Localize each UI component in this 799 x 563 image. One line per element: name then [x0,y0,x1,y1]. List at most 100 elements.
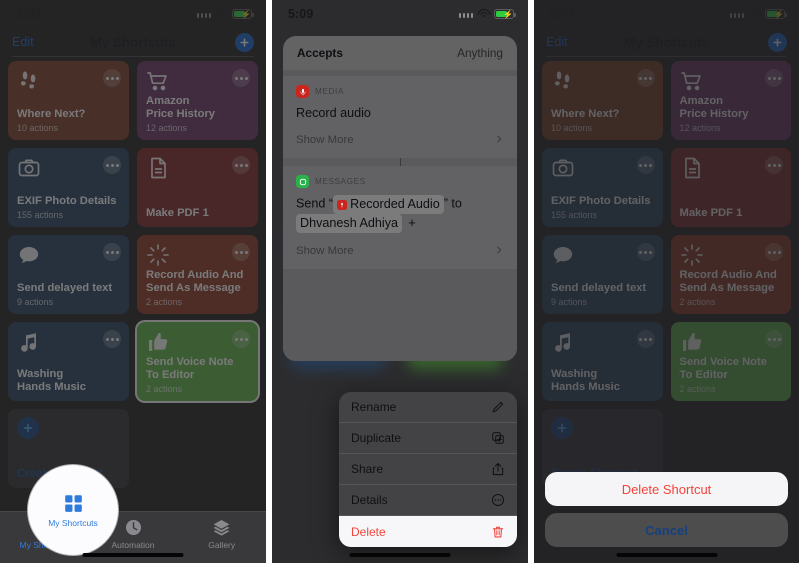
action-title-prefix: Send “ [296,196,334,211]
shortcut-card-send-delayed-text[interactable]: Send delayed text 9 actions [542,235,663,314]
shortcut-card-amazon-price-history[interactable]: Amazon Price History 12 actions [137,61,258,140]
accepts-value: Anything [457,46,503,60]
card-more-button[interactable] [103,330,121,348]
shortcut-card-where-next[interactable]: Where Next? 10 actions [542,61,663,140]
card-more-button[interactable] [636,156,655,174]
card-more-button[interactable] [232,69,250,87]
delete-action-sheet: Delete Shortcut Cancel [545,472,788,547]
shortcut-title-line1: Washing [17,368,64,380]
preview-sheet-filler [283,269,517,361]
shortcut-title-line2: To Editor [679,369,728,381]
action-block-media[interactable]: MEDIA Record audio Show More [283,76,517,158]
context-menu-item-duplicate[interactable]: Duplicate [339,423,517,454]
three-panel-tutorial-screenshot: 5:09 ⚡ Edit My Shortcuts Where Next? 10 … [0,0,799,563]
message-bubble-icon [551,243,575,267]
card-more-button[interactable] [636,243,655,261]
chevron-right-icon [494,244,504,258]
accepts-label: Accepts [297,46,343,60]
recipient-chip[interactable]: Dhvanesh Adhiya [296,214,403,233]
card-more-button[interactable] [765,156,783,174]
status-time: 5:09 [288,6,314,21]
card-more-button[interactable] [103,69,121,87]
add-shortcut-button[interactable] [235,32,254,52]
card-more-button[interactable] [636,69,655,87]
card-more-button[interactable] [765,243,783,261]
phone-screen-1: 5:09 ⚡ Edit My Shortcuts Where Next? 10 … [0,0,266,563]
grid-squares-icon [63,493,84,514]
context-menu-item-details[interactable]: Details [339,485,517,516]
music-note-icon [17,330,41,354]
document-icon [680,156,704,180]
spotlight-my-shortcuts[interactable]: My Shortcuts [28,465,118,555]
signal-dots-icon [458,10,473,18]
shortcut-title: Where Next? [17,108,86,120]
sparkle-icon [680,243,704,267]
action-block-messages[interactable]: MESSAGES Send “ Recorded Audio” to Dhvane… [283,166,517,269]
shortcut-card-record-audio-and-send-as-message[interactable]: Record Audio And Send As Message 2 actio… [137,235,258,314]
show-more-row[interactable]: Show More [296,244,504,258]
shortcut-card-washing-hands-music[interactable]: Washing Hands Music [542,322,663,401]
shortcut-subtitle: 10 actions [551,123,593,133]
card-more-button[interactable] [765,330,783,348]
card-more-button[interactable] [636,330,655,348]
action-category: MEDIA [315,87,344,96]
shortcut-card-exif-photo-details[interactable]: EXIF Photo Details 155 actions [542,148,663,227]
shortcut-subtitle: 2 actions [146,384,183,394]
shortcut-card-record-audio-and-send-as-message[interactable]: Record Audio And Send As Message 2 actio… [670,235,791,314]
context-menu-item-rename[interactable]: Rename [339,392,517,423]
add-recipient-button[interactable]: + [406,216,419,229]
action-title-mid: ” to [443,196,462,211]
shortcut-card-send-delayed-text[interactable]: Send delayed text 9 actions [8,235,129,314]
card-more-button[interactable] [232,330,250,348]
shortcut-card-make-pdf-1[interactable]: Make PDF 1 [137,148,258,227]
shortcut-subtitle: 2 actions [679,297,716,307]
status-bar: 5:09 ⚡ [534,0,799,27]
action-category: MESSAGES [315,177,366,186]
shortcut-card-exif-photo-details[interactable]: EXIF Photo Details 155 actions [8,148,129,227]
show-more-row[interactable]: Show More [296,133,504,147]
card-more-button[interactable] [103,156,121,174]
shortcut-card-amazon-price-history[interactable]: Amazon Price History 12 actions [670,61,791,140]
menu-item-label: Details [351,493,388,507]
status-bar: 5:09 ⚡ [272,0,528,27]
shortcut-card-make-pdf-1[interactable]: Make PDF 1 [670,148,791,227]
camera-icon [17,156,41,180]
navigation-bar: Edit My Shortcuts [0,27,266,57]
shortcut-card-send-voice-note-to-editor[interactable]: Send Voice Note To Editor 2 actions [137,322,258,401]
card-more-button[interactable] [765,69,783,87]
add-shortcut-button[interactable] [768,32,787,52]
show-more-label: Show More [296,134,354,146]
shortcut-card-washing-hands-music[interactable]: Washing Hands Music [8,322,129,401]
tab-label: Gallery [208,540,236,550]
shortcut-subtitle: 155 actions [551,210,598,220]
card-more-button[interactable] [232,243,250,261]
phone-screen-2: 5:09 ⚡ Accepts Anything MEDIA Record aud… [272,0,528,563]
shortcut-card-send-voice-note-to-editor[interactable]: Send Voice Note To Editor 2 actions [670,322,791,401]
shortcut-title-line1: Send Voice Note [679,356,767,368]
plus-icon [551,417,573,439]
microphone-icon [337,199,348,210]
tab-label: Automation [111,540,155,550]
page-title: My Shortcuts [90,34,176,50]
battery-charging-icon: ⚡ [494,8,517,19]
tab-gallery[interactable]: Gallery [177,518,266,550]
cancel-button[interactable]: Cancel [545,513,788,547]
spotlight-label: My Shortcuts [48,517,98,528]
delete-shortcut-button[interactable]: Delete Shortcut [545,472,788,506]
action-connector [283,158,517,166]
context-menu: Rename Duplicate Share Details Delete [339,392,517,547]
context-menu-item-delete[interactable]: Delete [339,516,517,547]
shortcut-title-line1: Record Audio And [679,269,777,281]
shortcut-card-where-next[interactable]: Where Next? 10 actions [8,61,129,140]
context-menu-item-share[interactable]: Share [339,454,517,485]
message-bubble-icon [296,175,309,188]
camera-icon [551,156,575,180]
shortcut-title: Make PDF 1 [146,207,209,219]
navigation-bar: Edit My Shortcuts [534,27,799,57]
accepts-row[interactable]: Accepts Anything [283,36,517,70]
shortcut-title-line1: Amazon [146,95,190,107]
card-more-button[interactable] [232,156,250,174]
variable-chip-recorded-audio[interactable]: Recorded Audio [333,195,444,214]
card-more-button[interactable] [103,243,121,261]
shortcut-title-line2: To Editor [146,369,195,381]
